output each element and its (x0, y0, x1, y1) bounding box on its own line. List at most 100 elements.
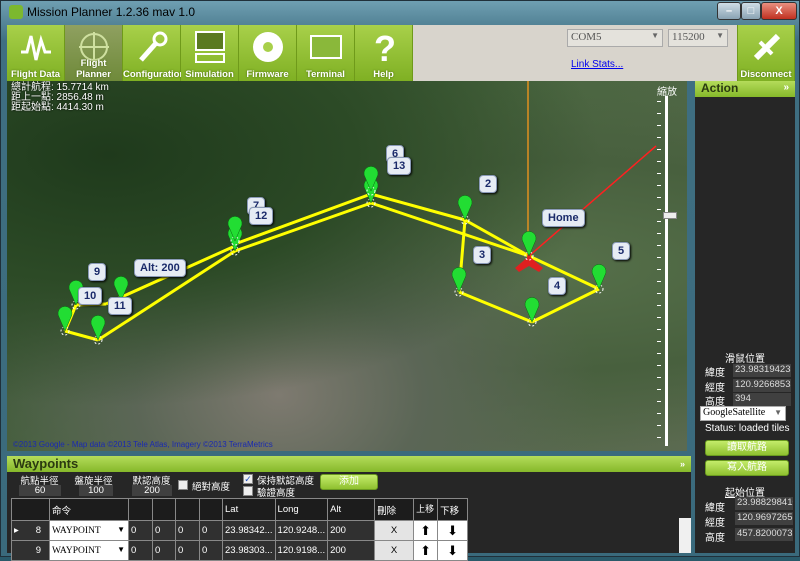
map-type-select[interactable]: GoogleSatellite ▼ (700, 406, 786, 421)
waypoint-marker-icon[interactable] (524, 297, 540, 327)
terminal-button[interactable]: Terminal (297, 25, 355, 81)
table-scrollbar[interactable] (679, 518, 691, 553)
simulation-button[interactable]: Simulation (181, 25, 239, 81)
flight-planner-label: Flight Planner (76, 58, 111, 80)
close-button[interactable]: X (761, 2, 797, 20)
map-type-value: GoogleSatellite (703, 407, 766, 418)
waypoints-header[interactable]: Waypoints » (7, 456, 691, 472)
help-button[interactable]: ? Help (355, 25, 413, 81)
param4-cell[interactable]: 0 (199, 520, 223, 541)
absolute-alt-checkbox[interactable] (178, 480, 188, 490)
route-segment (370, 201, 530, 258)
configuration-label: Configuration (123, 69, 186, 80)
action-title: Action (701, 81, 739, 95)
zoom-tick (657, 425, 661, 426)
disconnect-label: Disconnect (740, 69, 792, 80)
col-num (11, 498, 50, 521)
param3-cell[interactable]: 0 (175, 540, 200, 561)
param2-cell[interactable]: 0 (152, 520, 176, 541)
loiter-radius-input[interactable]: 100 (79, 485, 113, 496)
alt-cell[interactable]: 200 (327, 520, 376, 541)
waypoint-label-11: 11 (108, 297, 132, 315)
zoom-tick (657, 125, 661, 126)
baud-rate-select[interactable]: 115200 ▼ (668, 29, 728, 47)
flight-planner-button[interactable]: Flight Planner (65, 25, 123, 81)
waypoint-marker-icon[interactable] (451, 267, 467, 297)
wp-radius-input[interactable]: 60 (19, 485, 61, 496)
svg-text:?: ? (374, 30, 396, 64)
maximize-button[interactable]: □ (741, 2, 761, 20)
toolbar: Flight Data Flight Planner Configuration… (7, 25, 795, 81)
waypoint-label-13: 13 (387, 157, 412, 175)
window-title: Mission Planner 1.2.36 mav 1.0 (27, 5, 196, 19)
verify-height-checkbox[interactable] (243, 486, 253, 496)
alt-cell[interactable]: 200 (327, 540, 376, 561)
zoom-tick (657, 197, 661, 198)
long-cell[interactable]: 120.9198... (274, 540, 329, 561)
map-view[interactable]: 總計航程: 15.7714 km 距上一點: 2856.48 m 距起始點: 4… (7, 81, 687, 451)
waypoint-label-4: 4 (548, 277, 567, 295)
firmware-button[interactable]: Firmware (239, 25, 297, 81)
param1-cell[interactable]: 0 (128, 520, 153, 541)
waypoint-marker-icon[interactable] (591, 264, 607, 294)
table-row[interactable]: 9 WAYPOINT ▼ 0 0 0 0 23.98303... 120.9198… (11, 540, 469, 561)
long-cell[interactable]: 120.9248... (274, 520, 329, 541)
table-row[interactable]: ▸ 8 WAYPOINT ▼ 0 0 0 0 23.98342... 120.924… (11, 520, 469, 541)
move-up-icon[interactable]: ⬆ (413, 520, 439, 541)
expand-icon[interactable]: » (783, 82, 789, 93)
action-header[interactable]: Action » (695, 81, 795, 97)
waypoint-label-12: 12 (249, 207, 274, 225)
home-lat-input[interactable]: 23.9882984100 (735, 497, 793, 510)
command-select[interactable]: WAYPOINT ▼ (49, 520, 129, 541)
param1-cell[interactable]: 0 (128, 540, 153, 561)
zoom-slider-thumb[interactable] (663, 211, 677, 219)
mouse-lat-label: 緯度 (705, 368, 725, 379)
flight-data-label: Flight Data (10, 69, 61, 80)
configuration-button[interactable]: Configuration (123, 25, 186, 81)
delete-button[interactable]: X (374, 520, 415, 541)
com-port-select[interactable]: COM5 ▼ (567, 29, 663, 47)
move-down-icon[interactable]: ⬇ (437, 540, 469, 561)
route-segment (458, 290, 533, 324)
lat-cell[interactable]: 23.98303... (222, 540, 276, 561)
minimize-button[interactable]: – (717, 2, 741, 20)
target-line (528, 145, 657, 257)
home-alt-input[interactable]: 457.82000732 (735, 528, 793, 541)
add-button[interactable]: 添加 (320, 474, 378, 490)
link-stats-link[interactable]: Link Stats... (571, 59, 623, 70)
zoom-tick (657, 137, 661, 138)
baud-rate-value: 115200 (672, 31, 705, 43)
hold-default-alt-checkbox[interactable]: ✓ (243, 474, 253, 484)
disconnect-button[interactable]: Disconnect (737, 25, 795, 81)
verify-height-label: 驗證高度 (257, 488, 296, 499)
waypoint-label-5: 5 (612, 242, 631, 260)
zoom-tick (657, 269, 661, 270)
zoom-tick (657, 437, 661, 438)
zoom-slider[interactable] (665, 96, 668, 446)
command-select[interactable]: WAYPOINT ▼ (49, 540, 129, 561)
col-p3 (175, 498, 200, 521)
move-up-icon[interactable]: ⬆ (413, 540, 439, 561)
collapse-icon[interactable]: » (680, 456, 685, 472)
home-lng-input[interactable]: 120.969726560 (735, 512, 793, 525)
param4-cell[interactable]: 0 (199, 540, 223, 561)
flight-data-button[interactable]: Flight Data (7, 25, 65, 81)
zoom-tick (657, 305, 661, 306)
default-alt-input[interactable]: 200 (132, 485, 172, 496)
lat-cell[interactable]: 23.98342... (222, 520, 276, 541)
read-waypoints-button[interactable]: 讀取航路 (705, 440, 789, 456)
help-label: Help (373, 69, 394, 80)
move-down-icon[interactable]: ⬇ (437, 520, 469, 541)
zoom-tick (657, 245, 661, 246)
zoom-tick (657, 185, 661, 186)
param3-cell[interactable]: 0 (175, 520, 200, 541)
pulse-icon (21, 34, 51, 61)
mouse-lng-label: 經度 (705, 383, 725, 394)
chevron-down-icon: ▼ (716, 31, 724, 40)
delete-button[interactable]: X (374, 540, 415, 561)
altitude-label: Alt: 200 (134, 259, 186, 277)
zoom-tick (657, 389, 661, 390)
param2-cell[interactable]: 0 (152, 540, 176, 561)
write-waypoints-button[interactable]: 寫入航路 (705, 460, 789, 476)
app-icon (9, 5, 23, 19)
